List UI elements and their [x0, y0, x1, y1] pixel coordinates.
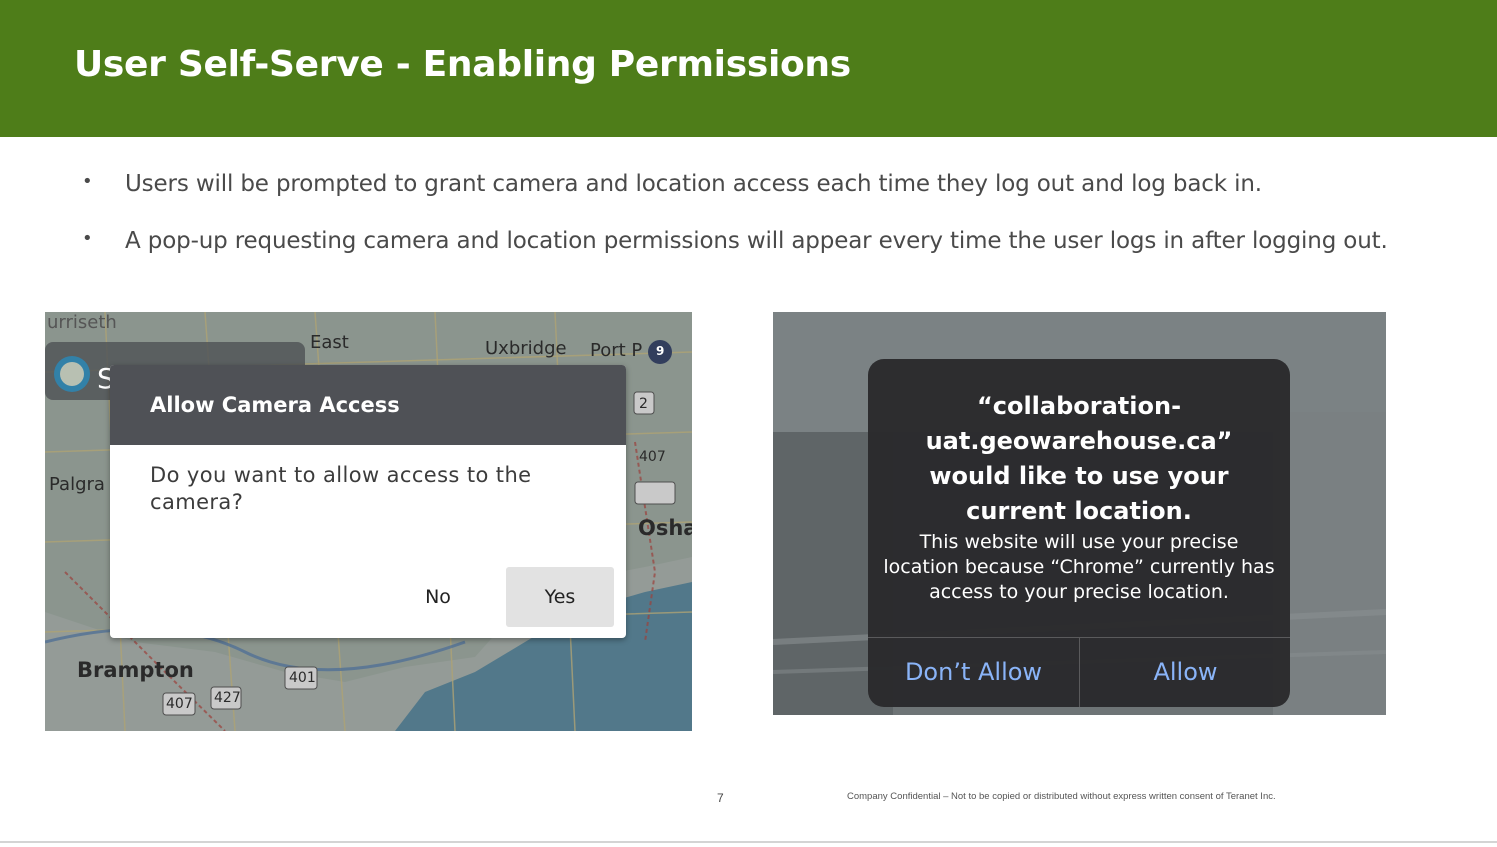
map-label: urriseth	[47, 312, 117, 333]
map-label: Uxbridge	[485, 338, 567, 359]
highway-shield: 407	[639, 449, 666, 465]
map-label: Brampton	[77, 658, 194, 682]
camera-permission-dialog: Allow Camera Access Do you want to allow…	[110, 365, 626, 638]
map-label: Osha	[638, 516, 692, 540]
layer-count-badge: 9	[656, 344, 665, 358]
title-bar: User Self-Serve - Enabling Permissions	[0, 0, 1497, 137]
highway-shield: 427	[214, 690, 241, 706]
highway-shield: 401	[289, 670, 316, 686]
page-number: 7	[717, 791, 724, 805]
bullet-symbol: •	[82, 171, 93, 192]
camera-permission-screenshot: urriseth East Uxbridge Port P S 9 2 407 …	[45, 312, 692, 731]
highway-shield: 407	[166, 696, 193, 712]
map-label: East	[310, 332, 349, 353]
yes-button[interactable]: Yes	[506, 567, 614, 627]
alert-title: “collaboration-uat.geowarehouse.ca” woul…	[925, 392, 1233, 525]
map-label: Port P	[590, 340, 643, 361]
dont-allow-button[interactable]: Don’t Allow	[868, 638, 1079, 707]
bullet-text: A pop-up requesting camera and location …	[125, 228, 1388, 254]
location-permission-alert: “collaboration-uat.geowarehouse.ca” woul…	[868, 359, 1290, 707]
location-permission-screenshot: “collaboration-uat.geowarehouse.ca” woul…	[773, 312, 1386, 715]
dialog-title: Allow Camera Access	[110, 365, 626, 445]
dialog-message: Do you want to allow access to the camer…	[150, 463, 532, 514]
highway-shield: 2	[639, 396, 648, 412]
alert-message: This website will use your precise locat…	[883, 531, 1275, 603]
divider	[0, 841, 1497, 843]
confidentiality-footer: Company Confidential – Not to be copied …	[847, 791, 1276, 802]
bullet-text: Users will be prompted to grant camera a…	[125, 171, 1262, 197]
bullet-symbol: •	[82, 228, 93, 249]
allow-button[interactable]: Allow	[1080, 638, 1290, 707]
map-label: Palgra	[49, 474, 105, 495]
no-button[interactable]: No	[393, 567, 483, 627]
slide-title: User Self-Serve - Enabling Permissions	[74, 44, 851, 85]
